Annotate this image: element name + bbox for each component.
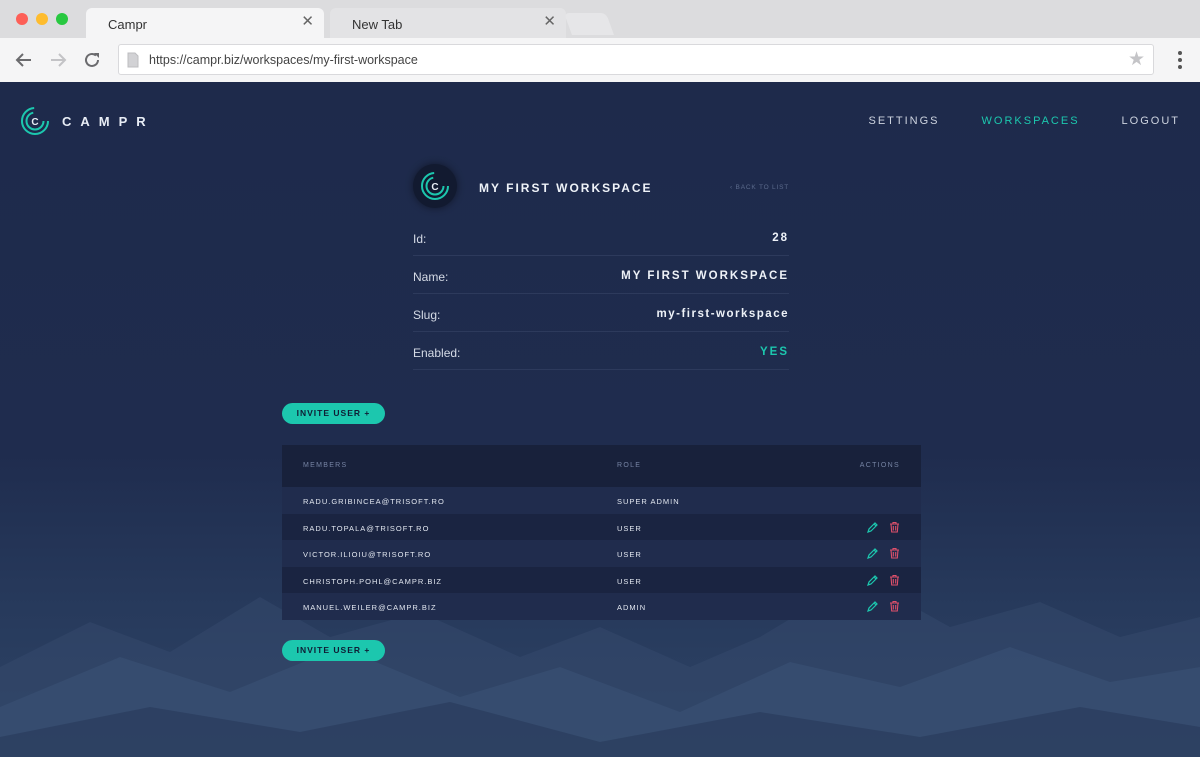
maximize-window-button[interactable] (56, 13, 68, 25)
logo-icon: C (21, 107, 49, 135)
detail-row-id: Id: 28 (413, 218, 789, 256)
tab-strip: Campr ✕ New Tab ✕ (0, 0, 1200, 38)
reload-icon (85, 52, 99, 67)
enabled-status: YES (759, 346, 789, 358)
close-icon[interactable]: ✕ (543, 14, 556, 29)
logo-text: CAMPR (62, 113, 155, 129)
invite-user-button[interactable]: INVITE USER + (282, 640, 385, 661)
close-window-button[interactable] (16, 13, 28, 25)
nav-settings[interactable]: SETTINGS (869, 115, 940, 127)
reload-button[interactable] (80, 48, 104, 72)
member-email: RADU.GRIBINCEA@TRISOFT.RO (303, 497, 445, 506)
invite-user-button[interactable]: INVITE USER + (282, 403, 385, 424)
member-role: USER (617, 550, 642, 559)
trash-icon[interactable] (889, 547, 900, 559)
app-page: C CAMPR SETTINGS WORKSPACES LOGOUT C MY … (0, 82, 1200, 757)
detail-label: Enabled: (413, 346, 461, 360)
new-tab-button[interactable] (563, 13, 615, 35)
browser-toolbar: https://campr.biz/workspaces/my-first-wo… (0, 38, 1200, 82)
workspace-header: C MY FIRST WORKSPACE ‹ BACK TO LIST (413, 164, 789, 210)
star-icon[interactable]: ★ (1128, 50, 1145, 69)
header-role: ROLE (617, 462, 642, 469)
member-role: SUPER ADMIN (617, 497, 680, 506)
back-button[interactable] (12, 48, 36, 72)
member-email: CHRISTOPH.POHL@CAMPR.BIZ (303, 576, 442, 586)
logo-icon: C (421, 172, 449, 200)
table-body: RADU.GRIBINCEA@TRISOFT.RO SUPER ADMIN RA… (282, 487, 921, 620)
trash-icon[interactable] (889, 521, 900, 533)
more-icon[interactable] (1178, 51, 1182, 72)
workspace-title: MY FIRST WORKSPACE (479, 181, 653, 195)
header-actions: ACTIONS (859, 462, 900, 469)
member-role: ADMIN (617, 603, 647, 612)
arrow-right-icon (51, 53, 67, 67)
tab-title: New Tab (352, 17, 403, 32)
campr-logo[interactable]: C CAMPR (20, 106, 155, 136)
edit-icon[interactable] (867, 521, 879, 533)
tab-new-tab[interactable]: New Tab ✕ (330, 8, 566, 38)
tab-title: Campr (108, 17, 148, 32)
member-role: USER (617, 576, 642, 586)
browser-chrome: Campr ✕ New Tab ✕ https://campr.biz/work… (0, 0, 1200, 82)
table-row: MANUEL.WEILER@CAMPR.BIZ ADMIN (282, 593, 921, 620)
nav-logout[interactable]: LOGOUT (1122, 115, 1180, 127)
edit-icon[interactable] (867, 574, 879, 586)
table-row: CHRISTOPH.POHL@CAMPR.BIZ USER (282, 566, 921, 593)
page-icon (127, 52, 139, 68)
tab-campr[interactable]: Campr ✕ (86, 8, 324, 38)
table-row: VICTOR.ILIOIU@TRISOFT.RO USER (282, 540, 921, 567)
detail-label: Id: (413, 232, 427, 246)
svg-text:C: C (431, 182, 438, 193)
workspace-details: Id: 28 Name: MY FIRST WORKSPACE Slug: my… (413, 218, 789, 370)
members-table: MEMBERS ROLE ACTIONS RADU.GRIBINCEA@TRIS… (282, 445, 921, 620)
detail-value: my-first-workspace (656, 308, 789, 320)
member-email: RADU.TOPALA@TRISOFT.RO (303, 523, 430, 533)
detail-row-name: Name: MY FIRST WORKSPACE (413, 256, 789, 294)
table-row: RADU.GRIBINCEA@TRISOFT.RO SUPER ADMIN (282, 487, 921, 514)
detail-value: 28 (772, 232, 789, 244)
detail-label: Slug: (413, 308, 441, 322)
svg-text:C: C (31, 117, 38, 128)
minimize-window-button[interactable] (36, 13, 48, 25)
detail-label: Name: (413, 270, 449, 284)
detail-row-enabled: Enabled: YES (413, 332, 789, 370)
table-row: RADU.TOPALA@TRISOFT.RO USER (282, 513, 921, 540)
nav-workspaces[interactable]: WORKSPACES (982, 115, 1080, 127)
address-bar[interactable]: https://campr.biz/workspaces/my-first-wo… (118, 44, 1154, 75)
member-email: VICTOR.ILIOIU@TRISOFT.RO (303, 550, 432, 559)
table-header: MEMBERS ROLE ACTIONS (282, 445, 921, 487)
workspace-avatar: C (413, 164, 457, 208)
url-text: https://campr.biz/workspaces/my-first-wo… (149, 53, 418, 67)
detail-value: MY FIRST WORKSPACE (621, 270, 789, 282)
edit-icon[interactable] (867, 547, 879, 559)
member-role: USER (617, 523, 642, 533)
arrow-left-icon (15, 53, 31, 67)
forward-button[interactable] (46, 48, 70, 72)
edit-icon[interactable] (867, 600, 879, 612)
member-email: MANUEL.WEILER@CAMPR.BIZ (303, 603, 437, 612)
header-members: MEMBERS (303, 462, 348, 469)
trash-icon[interactable] (889, 600, 900, 612)
back-to-list-link[interactable]: ‹ BACK TO LIST (730, 184, 789, 191)
detail-row-slug: Slug: my-first-workspace (413, 294, 789, 332)
top-nav: SETTINGS WORKSPACES LOGOUT (827, 115, 1181, 127)
close-icon[interactable]: ✕ (301, 14, 314, 29)
trash-icon[interactable] (889, 574, 900, 586)
